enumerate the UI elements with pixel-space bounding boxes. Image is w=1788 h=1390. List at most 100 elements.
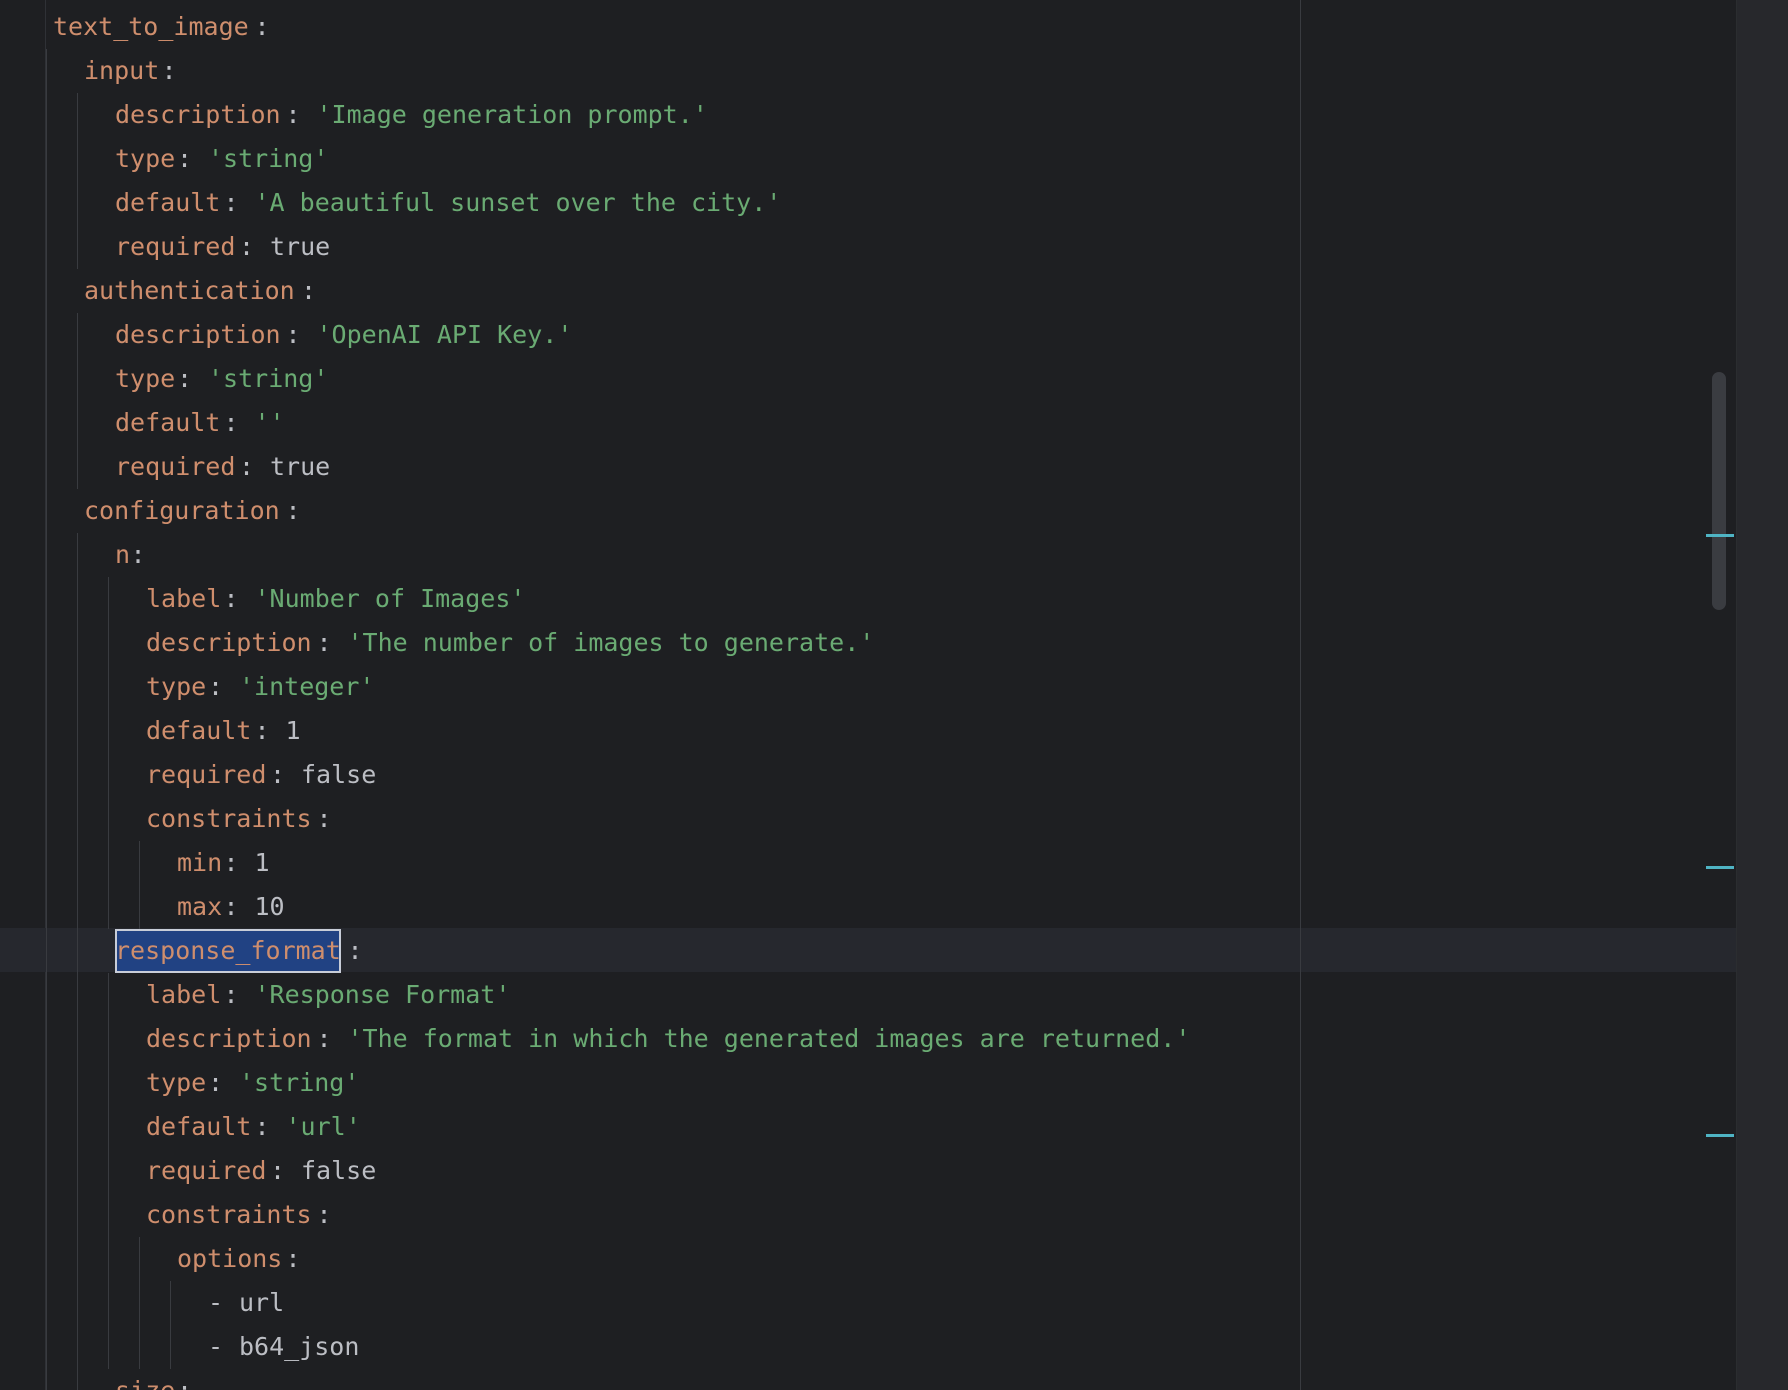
indent-guide [46, 489, 47, 533]
indent-guide [77, 929, 78, 973]
indent-guide [108, 885, 109, 929]
code-line[interactable]: authentication: [0, 269, 1736, 313]
yaml-key: default [146, 716, 252, 745]
yaml-key: min [177, 848, 223, 877]
list-dash: - [208, 1288, 239, 1317]
indent-guide [46, 93, 47, 137]
yaml-key: description [146, 628, 312, 657]
code-line[interactable]: input: [0, 49, 1736, 93]
code-line[interactable]: default: 'A beautiful sunset over the ci… [0, 181, 1736, 225]
indent-guide [46, 929, 47, 973]
indent-guide [46, 533, 47, 577]
string-value: 'OpenAI API Key.' [316, 320, 573, 349]
indent-guide [77, 225, 78, 269]
code-line[interactable]: min: 1 [0, 841, 1736, 885]
code-line[interactable]: description: 'The number of images to ge… [0, 621, 1736, 665]
key-separator: : [285, 100, 316, 129]
key-separator: : [254, 12, 270, 41]
indent-guide [77, 1281, 78, 1325]
indent-guide [77, 1149, 78, 1193]
indent-guide [77, 753, 78, 797]
code-line[interactable]: type: 'string' [0, 357, 1736, 401]
yaml-key: constraints [146, 1200, 312, 1229]
yaml-key: type [146, 672, 207, 701]
key-separator: : [270, 1156, 301, 1185]
indent-guide [139, 1237, 140, 1281]
indent-guide [77, 181, 78, 225]
indent-guide [46, 973, 47, 1017]
yaml-key: default [115, 408, 221, 437]
string-value: 'Image generation prompt.' [316, 100, 708, 129]
selected-yaml-key: response_format [115, 929, 341, 973]
code-line[interactable]: label: 'Number of Images' [0, 577, 1736, 621]
code-line[interactable]: description: 'Image generation prompt.' [0, 93, 1736, 137]
code-editor[interactable]: text_to_image: input: description: 'Image … [0, 0, 1736, 1390]
indent-guide [46, 357, 47, 401]
key-separator: : [223, 408, 254, 437]
string-value: '' [254, 408, 285, 437]
key-separator: : [285, 320, 316, 349]
code-line[interactable]: description: 'The format in which the ge… [0, 1017, 1736, 1061]
indent-guide [46, 1149, 47, 1193]
code-line[interactable]: label: 'Response Format' [0, 973, 1736, 1017]
indent-guide [108, 1105, 109, 1149]
code-line[interactable]: required: false [0, 753, 1736, 797]
code-line[interactable]: options: [0, 1237, 1736, 1281]
indent-guide [77, 665, 78, 709]
code-line[interactable]: - b64_json [0, 1325, 1736, 1369]
code-line[interactable]: constraints: [0, 1193, 1736, 1237]
indent-guide [108, 1193, 109, 1237]
code-line[interactable]: max: 10 [0, 885, 1736, 929]
code-line[interactable]: text_to_image: [0, 5, 1736, 49]
code-line[interactable]: size: [0, 1369, 1736, 1390]
yaml-key: max [177, 892, 223, 921]
code-line[interactable]: response_format: [0, 929, 1736, 973]
code-line[interactable]: description: 'OpenAI API Key.' [0, 313, 1736, 357]
key-separator: : [223, 848, 254, 877]
code-line[interactable]: type: 'integer' [0, 665, 1736, 709]
number-value: 1 [254, 848, 270, 877]
indent-guide [46, 49, 47, 93]
key-separator: : [161, 56, 177, 85]
code-line[interactable]: required: true [0, 225, 1736, 269]
indent-guide [77, 1061, 78, 1105]
code-line[interactable]: configuration: [0, 489, 1736, 533]
key-separator: : [208, 672, 239, 701]
scalar-value: true [270, 452, 331, 481]
code-line[interactable]: n: [0, 533, 1736, 577]
string-value: 'url' [285, 1112, 361, 1141]
indent-guide [108, 621, 109, 665]
indent-guide [46, 1325, 47, 1369]
code-line[interactable]: required: true [0, 445, 1736, 489]
indent-guide [46, 1193, 47, 1237]
code-line[interactable]: type: 'string' [0, 137, 1736, 181]
code-line[interactable]: default: 'url' [0, 1105, 1736, 1149]
error-stripe-marker[interactable] [1706, 866, 1734, 869]
key-separator: : [177, 1369, 192, 1390]
string-value: 'The format in which the generated image… [347, 1024, 1191, 1053]
key-separator: : [270, 760, 301, 789]
key-separator: : [254, 1112, 285, 1141]
code-line[interactable]: - url [0, 1281, 1736, 1325]
error-stripe-marker[interactable] [1706, 1134, 1734, 1137]
code-line[interactable]: required: false [0, 1149, 1736, 1193]
indent-guide [77, 1369, 78, 1390]
scrollbar-thumb[interactable] [1712, 372, 1726, 610]
key-separator: : [316, 628, 347, 657]
string-value: 'integer' [239, 672, 375, 701]
code-line[interactable]: type: 'string' [0, 1061, 1736, 1105]
code-line[interactable]: constraints: [0, 797, 1736, 841]
indent-guide [46, 137, 47, 181]
indent-guide [46, 269, 47, 313]
list-dash: - [208, 1332, 239, 1361]
vertical-scrollbar[interactable] [1736, 0, 1788, 1390]
key-separator: : [223, 584, 254, 613]
code-line[interactable]: default: '' [0, 401, 1736, 445]
string-value: 'Response Format' [254, 980, 511, 1009]
error-stripe-marker[interactable] [1706, 534, 1734, 537]
code-line[interactable]: default: 1 [0, 709, 1736, 753]
indent-guide [77, 445, 78, 489]
indent-guide [77, 973, 78, 1017]
indent-guide [46, 1281, 47, 1325]
yaml-key: authentication [84, 276, 295, 305]
